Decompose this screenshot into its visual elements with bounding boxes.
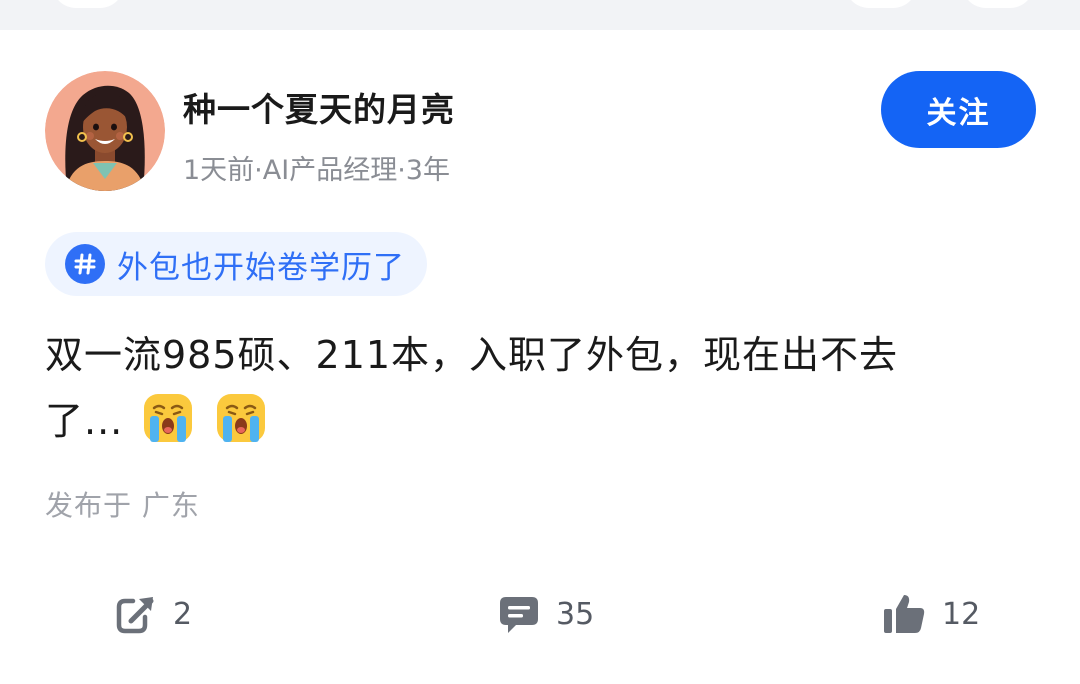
toolbar-button-right-2[interactable] — [962, 0, 1034, 8]
post-meta: 1天前·AI产品经理·3年 — [183, 155, 450, 186]
top-toolbar-strip — [0, 0, 1080, 30]
share-button[interactable]: 2 — [115, 590, 192, 638]
follow-button[interactable]: 关注 — [881, 71, 1036, 148]
post-content-line-2-wrap: 了... — [45, 388, 1035, 454]
comment-icon — [498, 593, 540, 635]
crying-face-icon — [213, 390, 269, 446]
post-content-line-2: 了... — [45, 399, 124, 443]
comment-button[interactable]: 35 — [498, 590, 594, 638]
author-name[interactable]: 种一个夏天的月亮 — [183, 83, 455, 131]
hashtag-icon — [65, 244, 105, 284]
toolbar-button-right-1[interactable] — [845, 0, 917, 8]
like-count: 12 — [942, 596, 981, 632]
toolbar-button-left[interactable] — [52, 0, 124, 8]
crying-face-icon — [140, 390, 196, 446]
topic-label: 外包也开始卷学历了 — [117, 249, 405, 286]
thumbs-up-icon — [882, 593, 926, 635]
post-content: 双一流985硕、211本，入职了外包，现在出不去 了... — [45, 322, 1035, 454]
like-button[interactable]: 12 — [882, 590, 980, 638]
share-count: 2 — [173, 596, 193, 632]
woman-avatar-icon — [45, 71, 165, 191]
avatar[interactable] — [45, 71, 165, 191]
share-icon — [115, 593, 157, 635]
comment-count: 35 — [556, 596, 595, 632]
post-detail-page: 种一个夏天的月亮 1天前·AI产品经理·3年 关注 外包也开始卷学历了 双一流9… — [0, 0, 1080, 684]
topic-tag[interactable]: 外包也开始卷学历了 — [45, 232, 427, 296]
post-location: 发布于 广东 — [45, 489, 200, 522]
post-content-line-1: 双一流985硕、211本，入职了外包，现在出不去 — [45, 333, 899, 377]
